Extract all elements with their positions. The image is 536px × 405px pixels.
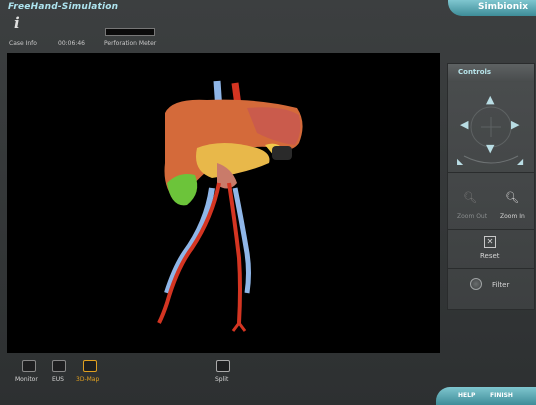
roll-right-arrow-icon[interactable]: ◢ <box>517 156 523 167</box>
eus-icon[interactable] <box>52 360 66 372</box>
rotate-down-arrow-icon[interactable]: ▼ <box>486 143 494 154</box>
roll-left-arrow-icon[interactable]: ◣ <box>457 156 463 167</box>
app-title: FreeHand-Simulation <box>8 2 119 12</box>
zoom-out-label[interactable]: Zoom Out <box>457 213 487 220</box>
help-button[interactable]: HELP <box>458 392 475 399</box>
reset-icon[interactable]: ✕ <box>484 236 496 248</box>
3d-map-viewport[interactable] <box>7 53 440 353</box>
3d-map-tab[interactable]: 3D-Map <box>76 376 99 383</box>
zoom-in-icon[interactable]: 🔍︎ <box>505 191 519 204</box>
controls-title: Controls <box>458 68 492 76</box>
perforation-meter-label: Perforation Meter <box>104 40 157 47</box>
3d-map-icon[interactable] <box>83 360 97 372</box>
panel-divider <box>448 268 534 269</box>
zoom-out-icon[interactable]: 🔍︎ <box>463 191 477 204</box>
filter-globe-icon[interactable] <box>470 278 482 290</box>
help-finish-bar: HELP FINISH <box>436 387 536 405</box>
rotate-up-arrow-icon[interactable]: ▲ <box>486 94 494 105</box>
zoom-in-label[interactable]: Zoom In <box>500 213 525 220</box>
brand-logo: Simbionix <box>448 0 536 16</box>
panel-divider <box>448 172 534 173</box>
split-button[interactable]: Split <box>215 376 228 383</box>
finish-button[interactable]: FINISH <box>490 392 513 399</box>
perforation-meter-bar <box>105 28 155 36</box>
case-info-label[interactable]: Case Info <box>9 40 37 47</box>
split-icon[interactable] <box>216 360 230 372</box>
monitor-tab[interactable]: Monitor <box>15 376 38 383</box>
anatomy-3d-model <box>157 80 303 332</box>
elapsed-timer: 00:06:46 <box>58 40 85 47</box>
rotate-right-arrow-icon[interactable]: ▶ <box>511 119 519 130</box>
case-info-icon[interactable]: i <box>14 14 20 32</box>
monitor-icon[interactable] <box>22 360 36 372</box>
reset-label[interactable]: Reset <box>480 252 500 260</box>
panel-divider <box>448 229 534 230</box>
rotate-left-arrow-icon[interactable]: ◀ <box>460 119 468 130</box>
controls-header: Controls <box>448 64 534 82</box>
filter-label[interactable]: Filter <box>492 281 509 289</box>
controls-panel: Controls ▲ ◀ ▶ ▼ ◣ ◢ 🔍︎ Zoom Out 🔍︎ Zoom… <box>447 63 535 310</box>
eus-tab[interactable]: EUS <box>52 376 64 383</box>
